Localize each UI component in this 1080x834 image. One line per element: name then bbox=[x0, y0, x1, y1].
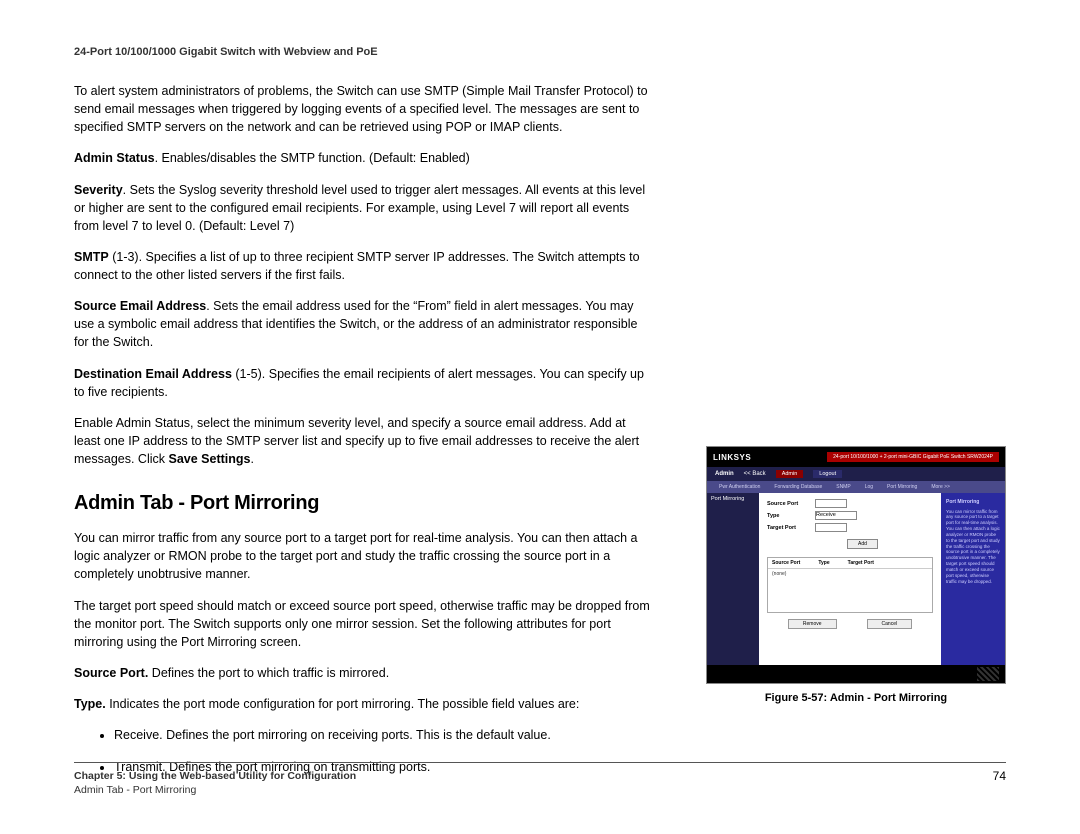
bullet-label: Receive. bbox=[114, 728, 163, 742]
ss-button-row: Remove Cancel bbox=[767, 619, 933, 629]
page-number: 74 bbox=[993, 769, 1006, 783]
ss-help-panel: Port Mirroring You can mirror traffic fr… bbox=[941, 493, 1005, 665]
screenshot-port-mirroring: LINKSYS 24-port 10/100/1000 + 2-port min… bbox=[706, 446, 1006, 684]
ss-row-source-port: Source Port bbox=[767, 499, 933, 508]
param-text: . Enables/disables the SMTP function. (D… bbox=[155, 151, 470, 165]
ss-tab-admin[interactable]: Admin bbox=[776, 470, 804, 478]
ss-nav2-item[interactable]: Port Mirroring bbox=[887, 484, 917, 490]
param-label: SMTP bbox=[74, 250, 109, 264]
ss-th: Source Port bbox=[772, 560, 800, 566]
ss-nav2-item[interactable]: More >> bbox=[931, 484, 950, 490]
ss-add-button[interactable]: Add bbox=[847, 539, 878, 549]
ss-nav-back[interactable]: << Back bbox=[744, 471, 766, 477]
param-severity: Severity. Sets the Syslog severity thres… bbox=[74, 181, 654, 235]
ss-section-label: Port Mirroring bbox=[707, 493, 759, 665]
ss-help-title: Port Mirroring bbox=[946, 499, 1000, 506]
ss-source-port-select[interactable] bbox=[815, 499, 847, 508]
enable-note-a: Enable Admin Status, select the minimum … bbox=[74, 416, 639, 466]
ss-titlebar: LINKSYS 24-port 10/100/1000 + 2-port min… bbox=[707, 447, 1005, 467]
ss-nav2-item[interactable]: Log bbox=[865, 484, 873, 490]
enable-note-b: Save Settings bbox=[168, 452, 250, 466]
param-text: (1-3). Specifies a list of up to three r… bbox=[74, 250, 640, 282]
param-smtp: SMTP (1-3). Specifies a list of up to th… bbox=[74, 248, 654, 284]
ss-model-banner: 24-port 10/100/1000 + 2-port mini-GBIC G… bbox=[827, 452, 999, 462]
product-header: 24-Port 10/100/1000 Gigabit Switch with … bbox=[74, 46, 1006, 58]
param-label: Severity bbox=[74, 183, 123, 197]
ss-mirror-table: Source Port Type Target Port (none) bbox=[767, 557, 933, 613]
enable-note: Enable Admin Status, select the minimum … bbox=[74, 414, 654, 468]
param-text: Indicates the port mode configuration fo… bbox=[106, 697, 580, 711]
figure-caption: Figure 5-57: Admin - Port Mirroring bbox=[706, 692, 1006, 704]
page-footer: Chapter 5: Using the Web-based Utility f… bbox=[74, 762, 1006, 798]
param-admin-status: Admin Status. Enables/disables the SMTP … bbox=[74, 149, 654, 167]
cisco-wave-icon bbox=[977, 667, 999, 681]
param-label: Source Port. bbox=[74, 666, 148, 680]
section-p2: The target port speed should match or ex… bbox=[74, 597, 654, 651]
ss-footer-bar bbox=[707, 665, 1005, 683]
ss-nav2-item[interactable]: Pwr Authentication bbox=[719, 484, 760, 490]
ss-th: Type bbox=[818, 560, 829, 566]
ss-label: Target Port bbox=[767, 525, 809, 531]
ss-help-body: You can mirror traffic from any source p… bbox=[946, 509, 1000, 585]
source-port-def: Source Port. Defines the port to which t… bbox=[74, 664, 654, 682]
ss-remove-button[interactable]: Remove bbox=[788, 619, 837, 629]
param-label: Admin Status bbox=[74, 151, 155, 165]
ss-table-body: (none) bbox=[768, 569, 932, 579]
param-dest-email: Destination Email Address (1-5). Specifi… bbox=[74, 365, 654, 401]
ss-main-area: Port Mirroring Source Port Type Receive … bbox=[707, 493, 1005, 665]
ss-tab-logout[interactable]: Logout bbox=[813, 470, 842, 478]
param-label: Source Email Address bbox=[74, 299, 206, 313]
bullet-receive: Receive. Defines the port mirroring on r… bbox=[114, 726, 654, 744]
enable-note-c: . bbox=[250, 452, 253, 466]
ss-form-area: Source Port Type Receive Target Port Add bbox=[759, 493, 941, 665]
footer-section: Admin Tab - Port Mirroring bbox=[74, 783, 356, 798]
ss-secondary-nav: Pwr Authentication Forwarding Database S… bbox=[707, 481, 1005, 493]
ss-label: Source Port bbox=[767, 501, 809, 507]
ss-th: Target Port bbox=[848, 560, 874, 566]
param-text: Defines the port to which traffic is mir… bbox=[148, 666, 389, 680]
section-p1: You can mirror traffic from any source p… bbox=[74, 529, 654, 583]
linksys-logo: LINKSYS bbox=[713, 453, 751, 462]
ss-table-header: Source Port Type Target Port bbox=[768, 558, 932, 569]
type-intro: Type. Indicates the port mode configurat… bbox=[74, 695, 654, 713]
ss-row-type: Type Receive bbox=[767, 511, 933, 520]
param-source-email: Source Email Address. Sets the email add… bbox=[74, 297, 654, 351]
intro-paragraph: To alert system administrators of proble… bbox=[74, 82, 654, 136]
ss-target-port-select[interactable] bbox=[815, 523, 847, 532]
figure-container: LINKSYS 24-port 10/100/1000 + 2-port min… bbox=[706, 446, 1006, 704]
param-label: Type. bbox=[74, 697, 106, 711]
param-text: . Sets the Syslog severity threshold lev… bbox=[74, 183, 645, 233]
param-label: Destination Email Address bbox=[74, 367, 232, 381]
ss-nav2-item[interactable]: SNMP bbox=[836, 484, 850, 490]
footer-chapter: Chapter 5: Using the Web-based Utility f… bbox=[74, 769, 356, 784]
bullet-text: Defines the port mirroring on receiving … bbox=[163, 728, 551, 742]
ss-row-target-port: Target Port bbox=[767, 523, 933, 532]
ss-label: Type bbox=[767, 513, 809, 519]
ss-cancel-button[interactable]: Cancel bbox=[867, 619, 913, 629]
ss-type-select[interactable]: Receive bbox=[815, 511, 857, 520]
ss-nav2-item[interactable]: Forwarding Database bbox=[774, 484, 822, 490]
ss-primary-nav: Admin << Back Admin Logout bbox=[707, 467, 1005, 481]
ss-nav-admin-label: Admin bbox=[715, 471, 734, 477]
